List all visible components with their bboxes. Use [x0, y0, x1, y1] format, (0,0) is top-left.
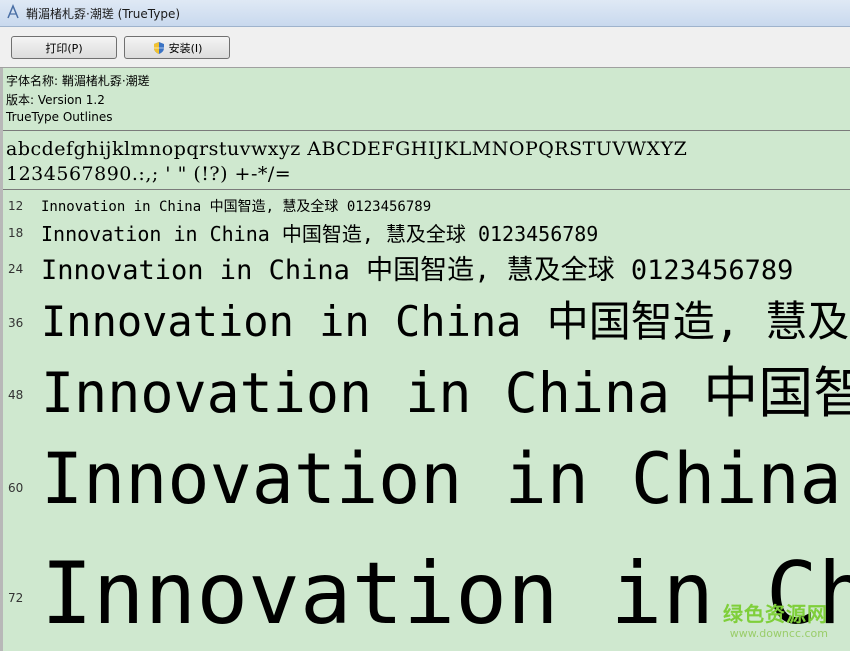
size-label: 18 [8, 226, 24, 240]
sample-text: Innovation in China 中国智造, 慧及全球 012345678… [41, 255, 794, 286]
font-version-line: 版本: Version 1.2 [6, 93, 105, 107]
font-app-icon [7, 4, 19, 19]
font-name-line: 字体名称: 鞘湄楮札孬·潮瑳 [6, 74, 150, 88]
sample-row: 24 Innovation in China 中国智造, 慧及全球 012345… [3, 248, 850, 286]
sample-row: 36 Innovation in China 中国智造, 慧及全球 012345… [3, 288, 850, 346]
font-outline-line: TrueType Outlines [6, 110, 113, 124]
sample-row: 12 Innovation in China 中国智造, 慧及全球 012345… [3, 196, 850, 216]
divider-bottom [3, 189, 850, 190]
font-preview-area[interactable]: 字体名称: 鞘湄楮札孬·潮瑳 版本: Version 1.2 TrueType … [0, 68, 850, 651]
sample-text: Innovation in China 中国智造, 慧及全球 012345678… [41, 199, 432, 215]
sample-row: 60 Innovation in China 中国智造, 慧及全球 012345… [3, 423, 850, 520]
window-title: 鞘湄楮札孬·潮瑳 (TrueType) [26, 7, 181, 21]
site-watermark: 绿色资源网 www.downcc.com [723, 598, 828, 640]
print-button-label: 打印(P) [45, 41, 83, 55]
sample-text: Innovation in China 中国智造, 慧及全球 012345678… [41, 361, 850, 425]
size-label: 48 [8, 388, 24, 402]
toolbar: 打印(P) 安装(I) [0, 27, 850, 68]
size-label: 60 [8, 481, 24, 495]
size-label: 24 [8, 262, 24, 276]
watermark-url: www.downcc.com [729, 627, 828, 640]
sample-text: Innovation in China 中国智造, 慧及全球 012345678… [41, 438, 850, 520]
sample-row: 48 Innovation in China 中国智造, 慧及全球 012345… [3, 348, 850, 425]
install-button[interactable]: 安装(I) [124, 36, 230, 59]
title-bar[interactable]: 鞘湄楮札孬·潮瑳 (TrueType) [0, 0, 850, 27]
charset-letters: abcdefghijklmnopqrstuvwxyz ABCDEFGHIJKLM… [6, 138, 688, 160]
size-label: 12 [8, 199, 24, 213]
divider-top [3, 130, 850, 131]
charset-digits: 1234567890.:,; ' " (!?) +-*/= [6, 163, 292, 185]
install-button-label: 安装(I) [168, 41, 203, 55]
print-button[interactable]: 打印(P) [11, 36, 117, 59]
sample-row: 18 Innovation in China 中国智造, 慧及全球 012345… [3, 218, 850, 246]
sample-text: Innovation in China 中国智造, 慧及全球 012345678… [41, 222, 599, 246]
size-label: 72 [8, 591, 24, 605]
watermark-logo-text: 绿色资源网 [723, 602, 828, 626]
uac-shield-icon [153, 41, 164, 54]
sample-text: Innovation in China 中国智造, 慧及全球 012345678… [41, 297, 850, 346]
size-label: 36 [8, 316, 24, 330]
